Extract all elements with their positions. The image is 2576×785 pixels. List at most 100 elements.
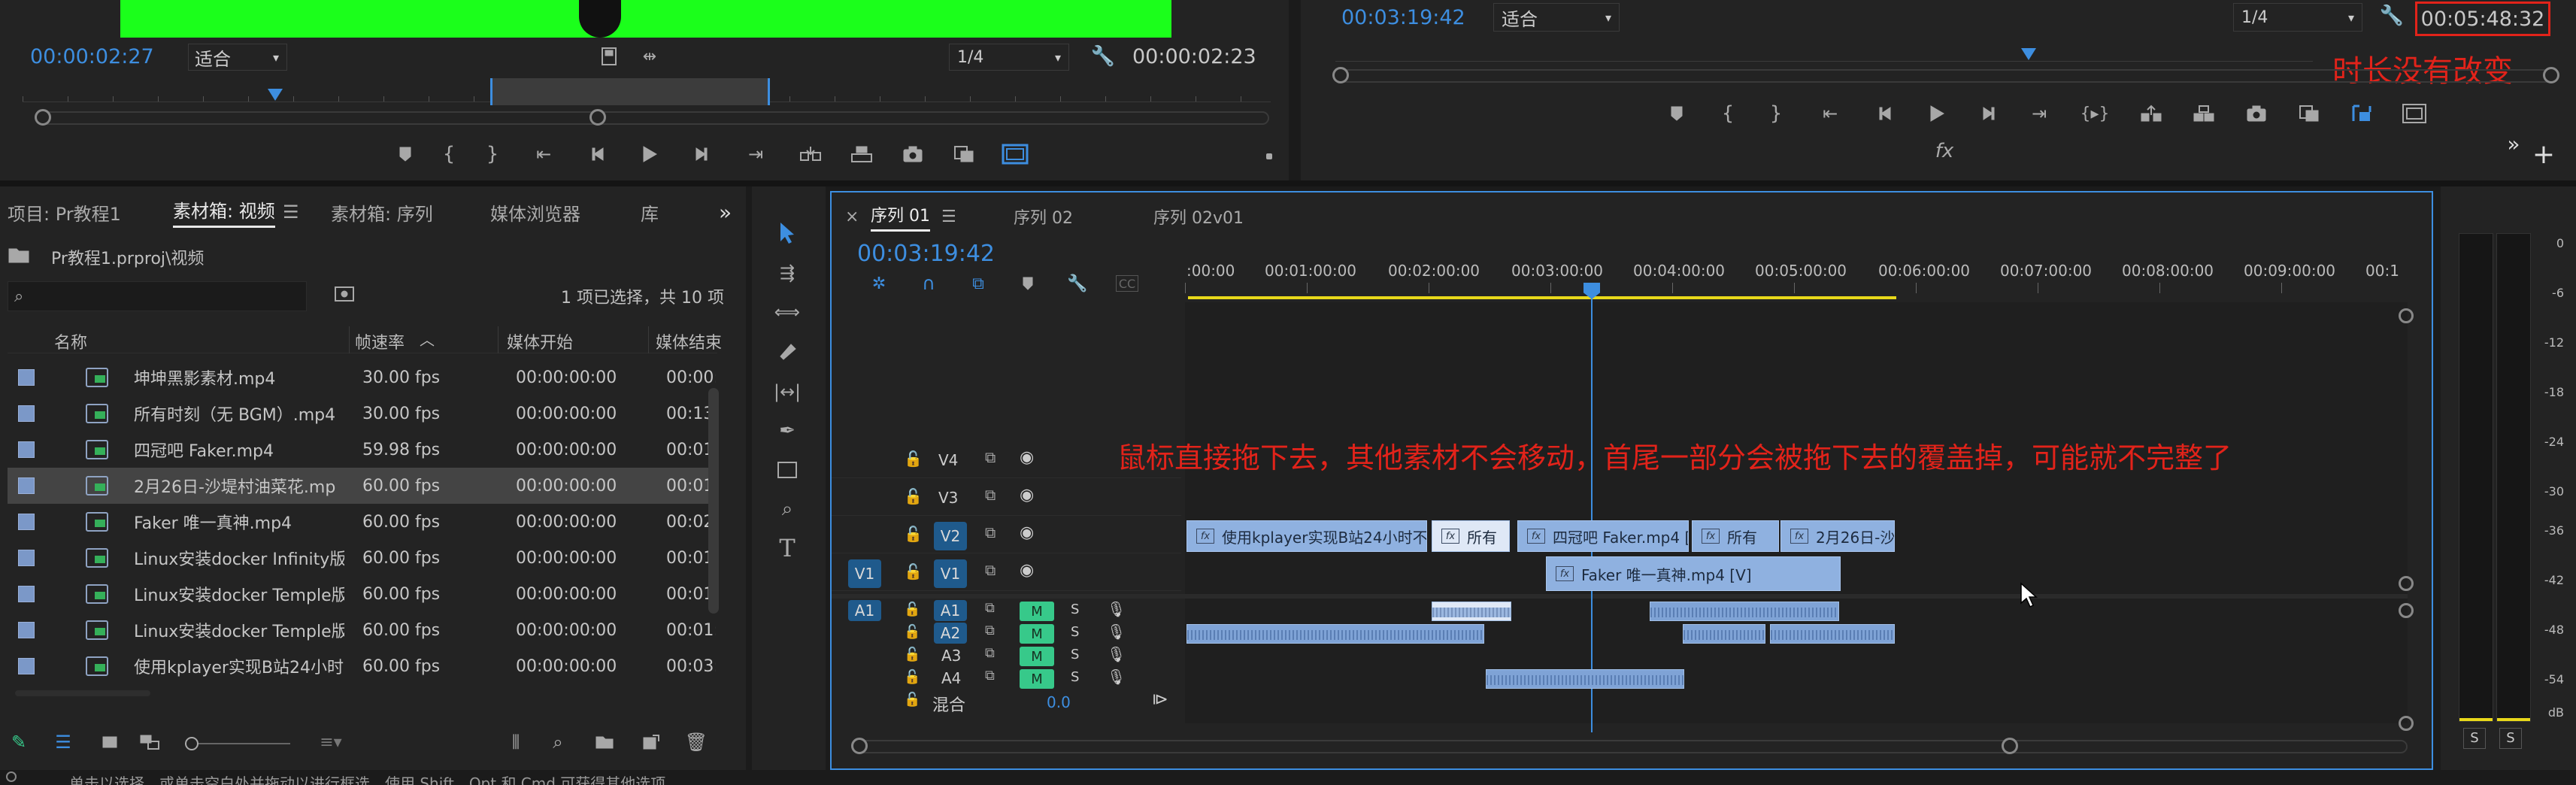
find-icon[interactable]: ⌕ [544,731,571,753]
step-forward-icon[interactable] [675,138,726,170]
sync-lock-icon[interactable]: ⧉ [985,645,995,661]
extract-icon[interactable] [2177,98,2230,129]
program-playhead[interactable] [2021,48,2036,60]
folder-up-icon[interactable] [6,244,32,266]
table-row[interactable]: 使用kplayer实现B站24小时 60.00 fps 00:00:00:00 00:… [8,648,717,684]
lock-icon[interactable]: 🔓 [904,692,920,708]
tab-menu-icon[interactable]: ☰ [941,208,956,226]
mix-value[interactable]: 0.0 [1047,693,1071,711]
add-marker-icon[interactable] [1650,98,1704,129]
timeline-hscroll-handle-left[interactable] [851,738,868,754]
insert-icon[interactable] [785,138,836,170]
source-timecode[interactable]: 00:00:02:27 [30,45,154,68]
tab-bin-video[interactable]: 素材箱: 视频 [173,196,275,228]
play-icon[interactable] [624,138,675,170]
source-zoom-handle-right[interactable] [589,109,606,126]
go-to-out-icon[interactable]: ⇥ [726,138,785,170]
tab-library[interactable]: 库 [641,199,659,226]
audio-clip-a1-2[interactable] [1650,602,1839,621]
sync-lock-icon[interactable]: ⧉ [985,600,995,616]
zoom-slider[interactable] [185,743,290,744]
wrench-icon[interactable]: 🔧 [2379,3,2405,29]
table-row[interactable]: 坤坤黑影素材.mp4 30.00 fps 00:00:00:00 00:00: [8,359,717,396]
label-color-chip[interactable] [18,405,35,422]
audio-clip-a2-1[interactable] [1186,624,1484,644]
timeline-timecode[interactable]: 00:03:19:42 [857,241,995,267]
label-color-chip[interactable] [18,550,35,566]
microphone-icon[interactable]: 🎙 [1107,645,1126,663]
sort-icons-icon[interactable]: ≡▾ [316,731,346,753]
tab-menu-icon[interactable]: ☰ [283,202,299,223]
go-to-in-icon[interactable]: ⇤ [1800,98,1860,129]
mute-button[interactable]: M [1020,624,1054,644]
step-forward-icon[interactable] [1962,98,2014,129]
new-bin-icon[interactable] [591,731,618,753]
camera-icon[interactable] [887,138,938,170]
list-view-icon[interactable]: ☰ [50,731,77,753]
lock-icon[interactable]: 🔓 [904,562,923,580]
project-scrollbar[interactable] [708,388,719,614]
tab-bin-sequence[interactable]: 素材箱: 序列 [331,199,433,226]
rectangle-tool-icon[interactable] [768,454,806,486]
solo-button[interactable]: S [1071,624,1079,640]
sync-lock-icon[interactable]: ⧉ [985,523,996,541]
track-target-a1[interactable]: A1 [934,600,967,621]
slip-tool-icon[interactable]: |↔| [768,376,806,408]
type-tool-icon[interactable]: T [768,532,806,564]
work-area-bar[interactable] [1188,296,1896,299]
source-playhead[interactable] [268,89,283,101]
table-row-selected[interactable]: 2月26日-沙堤村油菜花.mp 60.00 fps 00:00:00:00 00:01… [8,468,717,504]
column-name[interactable]: 名称 [54,329,87,353]
sync-lock-icon[interactable]: ⧉ [985,486,996,504]
audio-vscroll-handle-top[interactable] [2399,603,2414,618]
zoom-slider-handle[interactable] [185,737,199,750]
mute-button[interactable]: M [1020,669,1054,689]
clip-v2-3[interactable]: fx 四冠吧 Faker.mp4 [ [1517,520,1689,552]
hand-tool-icon[interactable]: ⌕ [768,493,806,525]
eye-icon[interactable]: ◉ [1020,561,1034,580]
snap-icon[interactable]: ∩ [904,271,953,296]
timeline-hscroll-handle-right[interactable] [2002,738,2018,754]
label-color-chip[interactable] [18,622,35,638]
play-icon[interactable] [1911,98,1962,129]
solo-button[interactable]: S [1071,647,1079,662]
wrench-icon[interactable]: 🔧 [1090,44,1116,69]
lock-icon[interactable]: 🔓 [904,647,920,662]
eye-icon[interactable]: ◉ [1020,448,1034,467]
audio-vscroll-handle-bottom[interactable] [2399,716,2414,731]
video-vscroll-handle-top[interactable] [2399,308,2414,323]
sync-lock-icon[interactable]: ⧉ [985,448,996,466]
track-target-a2[interactable]: A2 [934,623,967,644]
source-in-out-range[interactable] [490,78,770,105]
new-item-icon[interactable] [638,731,665,753]
linked-selection-icon[interactable]: ⧉ [953,271,1003,296]
solo-right-button[interactable]: S [2499,728,2522,749]
source-zoom-bar[interactable] [36,111,1269,125]
solo-left-button[interactable]: S [2463,728,2486,749]
button-editor-icon[interactable] [938,138,989,170]
sync-lock-icon[interactable]: ⧉ [985,561,996,579]
add-marker-icon[interactable] [383,138,427,170]
safe-margins-icon[interactable] [2388,98,2441,129]
video-vscroll-handle-bottom[interactable] [2399,576,2414,591]
freeform-view-icon[interactable] [135,731,165,753]
ripple-edit-tool-icon[interactable]: ⟺ [768,296,806,328]
track-target-v2[interactable]: V2 [934,522,967,550]
tab-media-browser[interactable]: 媒体浏览器 [490,199,580,226]
column-media-end[interactable]: 媒体结束 [656,329,722,353]
sync-lock-icon[interactable]: ⧉ [985,623,995,638]
razor-tool-icon[interactable] [768,335,806,367]
source-fit-dropdown[interactable]: 适合 ▾ [188,44,287,71]
fx-icon[interactable]: fx [1929,138,1959,164]
column-fps[interactable]: 帧速率 [355,329,405,353]
tab-sequence-02[interactable]: 序列 02 [1014,205,1073,229]
lock-icon[interactable]: 🔓 [904,487,923,505]
mark-in-icon[interactable]: { [1704,98,1752,129]
automate-to-sequence-icon[interactable]: ⫼ [502,731,529,753]
table-row[interactable]: Linux安装docker Temple版. 60.00 fps 00:00:00:… [8,576,717,612]
trash-icon[interactable]: 🗑 [683,731,710,753]
column-media-start[interactable]: 媒体开始 [507,329,573,353]
audio-clip-a4[interactable] [1486,669,1684,689]
mark-in-icon[interactable]: { [427,138,471,170]
project-hscrollbar[interactable] [15,690,150,696]
